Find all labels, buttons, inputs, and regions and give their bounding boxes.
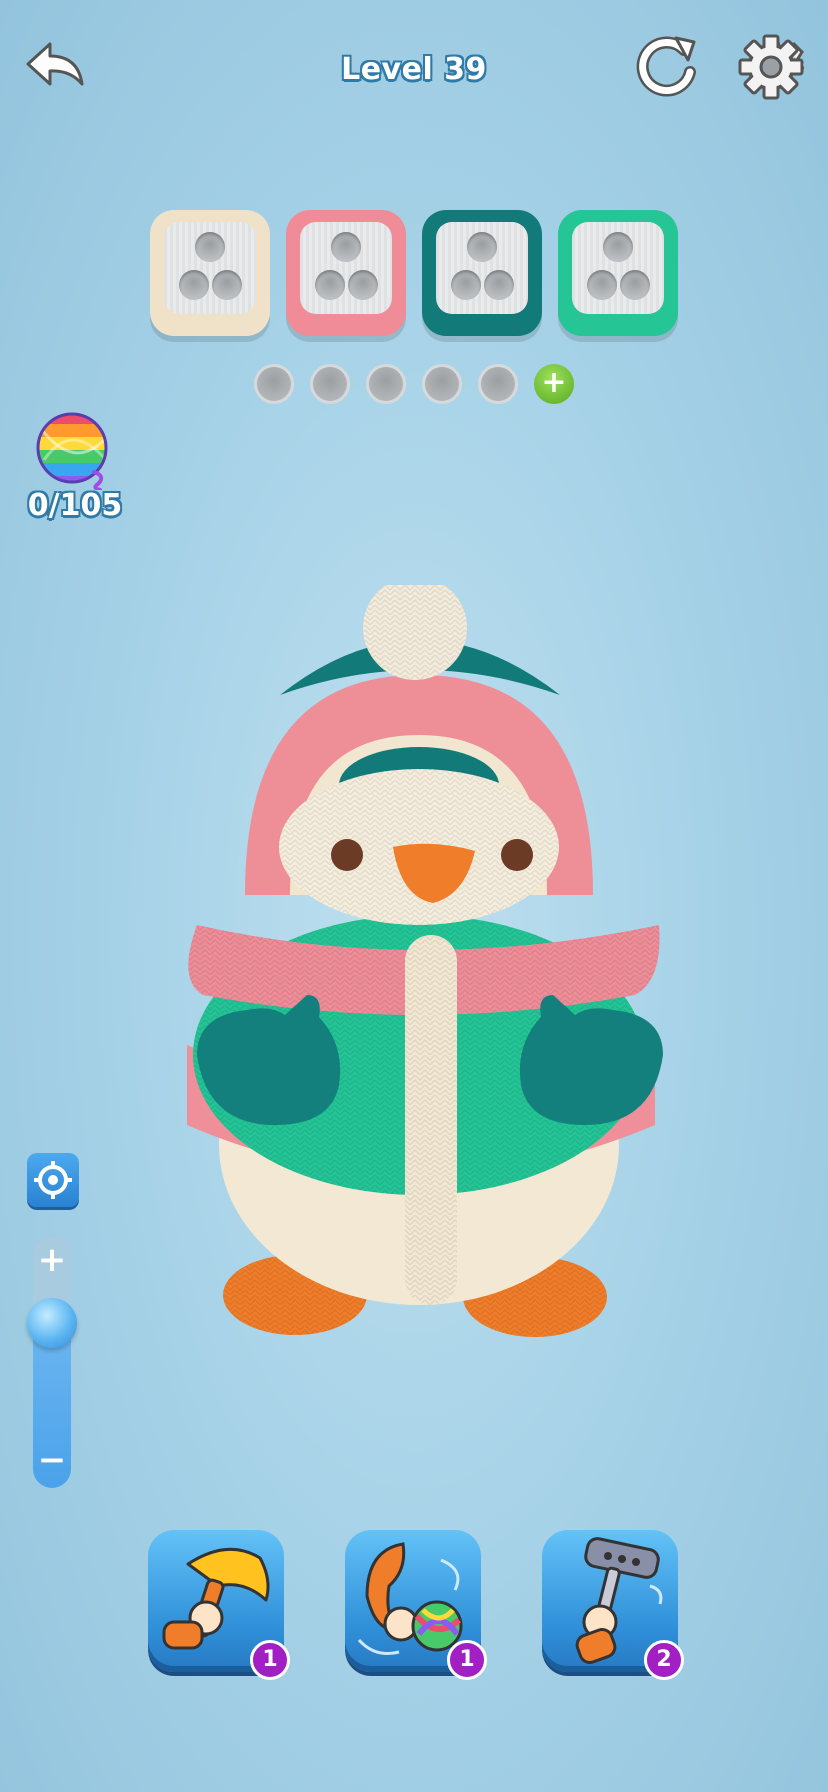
restart-button[interactable] (632, 32, 702, 102)
target-icon (34, 1161, 72, 1199)
booster-count-badge: 1 (250, 1640, 290, 1680)
plus-icon: + (541, 365, 567, 400)
box-hole (348, 270, 378, 300)
box-hole (179, 270, 209, 300)
box-hole (451, 270, 481, 300)
settings-button[interactable] (738, 34, 811, 100)
zoom-out-button[interactable]: − (33, 1440, 71, 1480)
yarn-box-dark-teal[interactable] (422, 210, 542, 336)
box-hole (603, 232, 633, 262)
yarn-box-cream[interactable] (150, 210, 270, 336)
box-hole (315, 270, 345, 300)
box-hole (620, 270, 650, 300)
yarn-box-mint[interactable] (558, 210, 678, 336)
box-hole (331, 232, 361, 262)
box-hole (467, 232, 497, 262)
box-hole (484, 270, 514, 300)
restart-icon (636, 36, 696, 97)
box-hole (195, 232, 225, 262)
booster-yarn-grab-button[interactable]: 1 (345, 1530, 487, 1680)
box-hole (212, 270, 242, 300)
booster-hammer-button[interactable]: 1 (148, 1530, 290, 1680)
booster-lint-roller-button[interactable]: 2 (542, 1530, 684, 1680)
knitted-penguin[interactable] (135, 585, 725, 1345)
box-inner (572, 222, 664, 314)
booster-count-badge: 2 (644, 1640, 684, 1680)
yarn-ball-icon (34, 410, 114, 492)
recenter-button[interactable] (27, 1153, 79, 1207)
penguin-eye-right (501, 839, 533, 871)
box-hole (587, 270, 617, 300)
booster-count-badge: 1 (447, 1640, 487, 1680)
empty-slot (310, 364, 350, 404)
zoom-slider-handle[interactable] (27, 1298, 77, 1348)
empty-slot (422, 364, 462, 404)
empty-slot (366, 364, 406, 404)
empty-slot (254, 364, 294, 404)
add-slot-button[interactable]: + (534, 364, 574, 404)
box-inner (164, 222, 256, 314)
yarn-box-pink[interactable] (286, 210, 406, 336)
box-inner (300, 222, 392, 314)
gear-icon (738, 34, 811, 100)
zoom-in-button[interactable]: + (33, 1240, 71, 1280)
penguin-eye-left (331, 839, 363, 871)
level-title: Level 39 (341, 52, 487, 87)
yarn-counter: 0/105 (27, 488, 123, 523)
box-inner (436, 222, 528, 314)
empty-slot (478, 364, 518, 404)
